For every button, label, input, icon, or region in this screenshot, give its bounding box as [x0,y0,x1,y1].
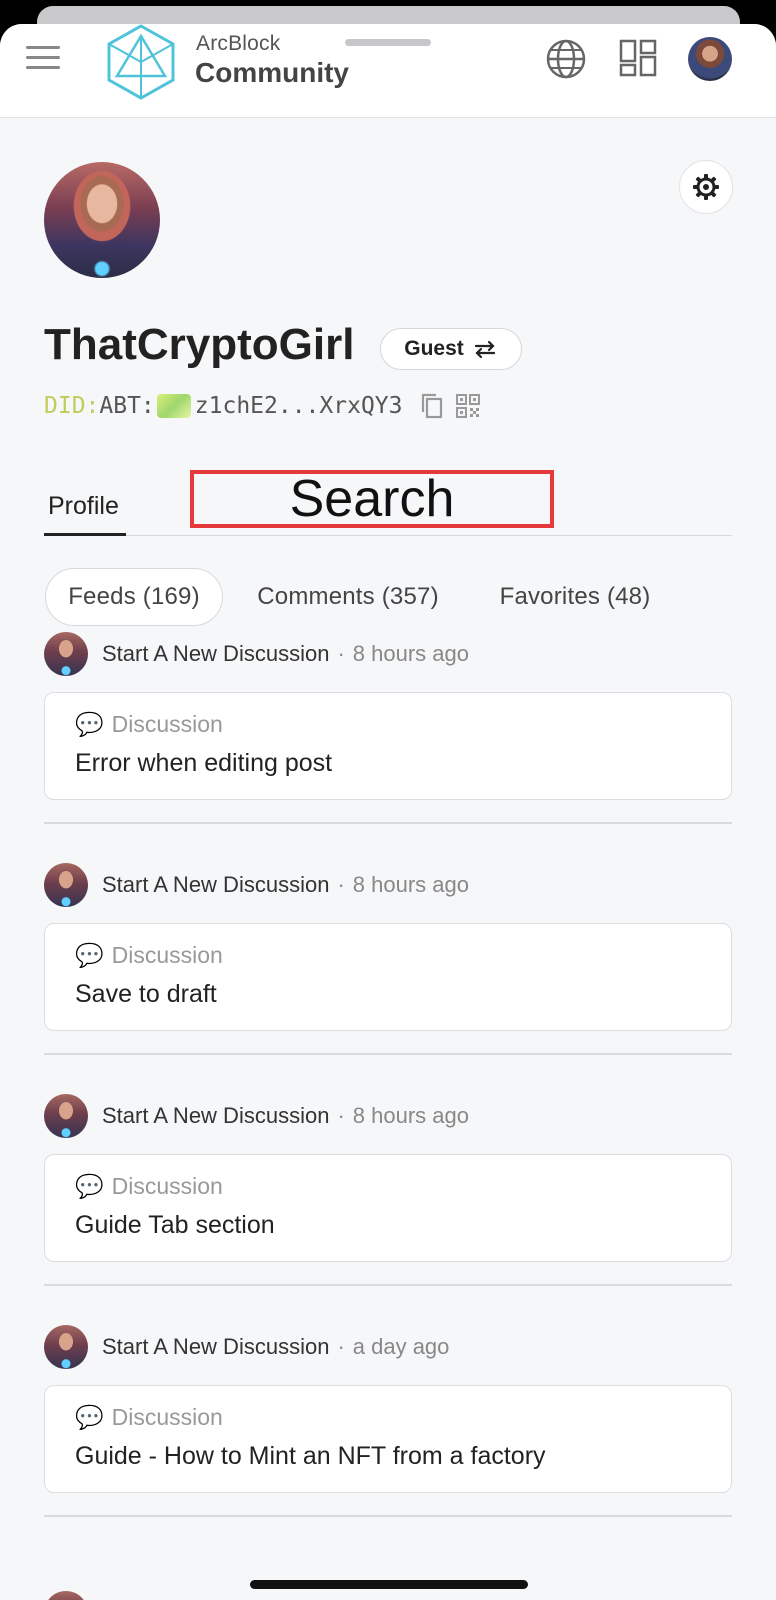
brand-name-top: ArcBlock [196,32,281,55]
feed-type: 💬 Discussion [75,1404,223,1431]
feed-action: Start A New Discussion [102,1334,330,1359]
feed-type: 💬 Discussion [75,942,223,969]
feed-meta: Start A New Discussion · 8 hours ago [44,1094,469,1138]
menu-icon[interactable] [26,46,62,72]
globe-icon[interactable] [545,38,587,80]
profile-avatar[interactable] [44,162,160,278]
tab-profile[interactable]: Profile [48,492,119,521]
did-value: z1chE2...XrxQY3 [194,393,403,419]
feed-author-avatar[interactable] [44,632,88,676]
feed-author-avatar[interactable] [44,1094,88,1138]
user-avatar[interactable] [688,37,732,81]
feed-author-avatar[interactable] [44,863,88,907]
feed-time: 8 hours ago [352,641,469,666]
feed-meta: Start A New Discussion · 8 hours ago [44,863,469,907]
feed-time: 8 hours ago [352,872,469,897]
feed-type-label: Discussion [111,711,223,737]
feed-type-label: Discussion [111,942,223,968]
did-address: DID: ABT: z1chE2...XrxQY3 [44,390,481,422]
feed-card[interactable]: 💬 Discussion Error when editing post [44,692,732,800]
separator-dot: · [337,1334,345,1359]
divider [44,1284,732,1286]
activity-subtabs: Feeds (169) Comments (357) Favorites (48… [45,568,745,626]
feed-author-avatar[interactable] [44,1591,88,1600]
top-header: ArcBlock Community [0,24,776,118]
feed-type: 💬 Discussion [75,711,223,738]
speech-bubble-icon: 💬 [75,1404,104,1430]
feed-action: Start A New Discussion [102,641,330,666]
subtab-comments[interactable]: Comments (357) [241,568,455,626]
separator-dot: · [337,641,345,666]
qr-code-icon[interactable] [455,393,481,419]
active-tab-indicator [44,533,126,536]
feed-card[interactable]: 💬 Discussion Guide Tab section [44,1154,732,1262]
tab-search[interactable]: Search [190,470,554,528]
feed-title: Error when editing post [75,749,333,777]
gear-icon [693,174,719,200]
copy-icon[interactable] [419,392,445,420]
feed-type-label: Discussion [111,1173,223,1199]
arcblock-logo-icon[interactable] [105,24,177,100]
subtab-favorites[interactable]: Favorites (48) [477,568,673,626]
speech-bubble-icon: 💬 [75,711,104,737]
did-avatar-badge [156,394,191,418]
did-type: ABT: [99,393,155,419]
feed-meta: Start A New Discussion · 8 hours ago [44,632,469,676]
speech-bubble-icon: 💬 [75,1173,104,1199]
feed-card[interactable]: 💬 Discussion Save to draft [44,923,732,1031]
role-chip[interactable]: Guest [380,328,522,370]
feed-title: Guide - How to Mint an NFT from a factor… [75,1442,546,1470]
feed-type: 💬 Discussion [75,1173,223,1200]
speech-bubble-icon: 💬 [75,942,104,968]
feed-meta: Start A New Discussion · a day ago [44,1325,449,1369]
feed-author-avatar[interactable] [44,1325,88,1369]
tab-search-label: Search [289,470,455,528]
did-prefix: DID: [44,393,100,419]
feed-action: Start A New Discussion [102,1103,330,1128]
apps-icon[interactable] [618,38,658,78]
feed-title: Guide Tab section [75,1211,275,1239]
sheet-grabber[interactable] [345,39,431,46]
subtab-feeds[interactable]: Feeds (169) [45,568,223,626]
swap-arrows-icon [474,340,495,359]
separator-dot: · [337,1103,345,1128]
app-window: ArcBlock Community ThatCryptoGirl Guest … [0,24,776,1600]
divider [44,822,732,824]
feed-action: Start A New Discussion [102,872,330,897]
feed-title: Save to draft [75,980,217,1008]
settings-button[interactable] [679,160,733,214]
profile-username: ThatCryptoGirl [44,320,355,369]
profile-tabs: Profile Search [44,470,732,536]
home-indicator[interactable] [250,1580,528,1589]
role-chip-label: Guest [404,337,464,360]
separator-dot: · [337,872,345,897]
feed-type-label: Discussion [111,1404,223,1430]
feed-time: a day ago [352,1334,450,1359]
brand-name-bottom: Community [195,57,349,88]
feed-time: 8 hours ago [352,1103,469,1128]
divider [44,1515,732,1517]
divider [44,1053,732,1055]
feed-card[interactable]: 💬 Discussion Guide - How to Mint an NFT … [44,1385,732,1493]
